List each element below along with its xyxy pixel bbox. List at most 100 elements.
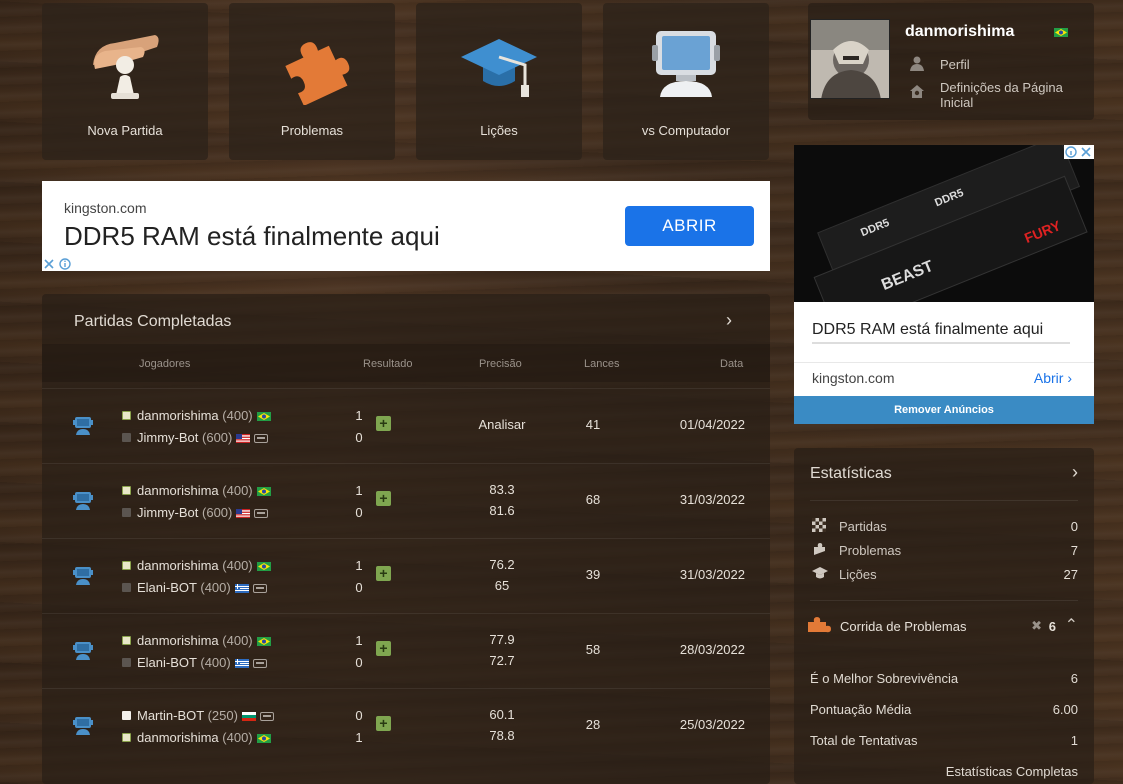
full-stats-link[interactable]: Estatísticas Completas: [946, 764, 1078, 779]
stat-item-lessons[interactable]: Lições 27: [810, 566, 1078, 584]
result-white: 1: [355, 408, 363, 423]
avatar[interactable]: [810, 19, 890, 99]
bot-icon: [252, 584, 267, 593]
stat-row-label: Total de Tentativas: [810, 733, 918, 748]
computer-game-icon: [73, 567, 93, 585]
player-name[interactable]: danmorishima: [137, 558, 219, 573]
bot-icon: [259, 712, 274, 721]
usa-flag-icon: [236, 434, 251, 443]
player-name[interactable]: danmorishima: [137, 483, 219, 498]
stat-row-value: 6: [1070, 671, 1078, 686]
player-white[interactable]: Martin-BOT (250): [122, 708, 274, 726]
chevron-right-icon[interactable]: ›: [1072, 462, 1078, 483]
player-white[interactable]: danmorishima (400): [122, 633, 271, 651]
ad-headline[interactable]: DDR5 RAM está finalmente aqui: [812, 321, 1043, 339]
ad-image[interactable]: DDR5 DDR5 BEAST FURY: [794, 145, 1094, 302]
player-black[interactable]: Jimmy-Bot (600): [122, 505, 269, 523]
moves-count: 58: [585, 642, 601, 657]
ad-close-icon[interactable]: [42, 257, 74, 271]
player-black[interactable]: Elani-BOT (400): [122, 655, 267, 673]
table-row[interactable]: danmorishima (400) Jimmy-Bot (600) 1 0 +…: [42, 388, 770, 463]
tile-vs-computer[interactable]: vs Computador: [603, 3, 769, 160]
puzzle-rush-row[interactable]: Corrida de Problemas ✖ 6 ⌃: [808, 615, 1078, 636]
stat-label: Partidas: [839, 519, 887, 534]
divider: [794, 362, 1094, 363]
moves-count: 68: [585, 492, 601, 507]
result-black: 0: [355, 505, 363, 520]
chevron-up-icon[interactable]: ⌃: [1065, 615, 1078, 635]
puzzle-rush-icon: [808, 617, 831, 633]
player-name[interactable]: Elani-BOT: [137, 580, 197, 595]
player-name[interactable]: Jimmy-Bot: [137, 505, 198, 520]
result-white: 1: [355, 483, 363, 498]
ad-close-icon[interactable]: [1064, 145, 1094, 159]
tile-label: Nova Partida: [87, 123, 163, 138]
profile-card: danmorishima Perfil Definições da Página…: [808, 3, 1094, 120]
stat-label: Problemas: [839, 543, 902, 558]
tile-new-game[interactable]: Nova Partida: [42, 3, 208, 160]
divider: [810, 500, 1078, 501]
username[interactable]: danmorishima: [905, 23, 1014, 41]
player-name[interactable]: Jimmy-Bot: [137, 430, 198, 445]
player-rating: (400): [222, 633, 253, 648]
home-settings-link[interactable]: Definições da Página Inicial: [940, 80, 1090, 110]
player-rating: (400): [200, 580, 231, 595]
player-black[interactable]: Jimmy-Bot (600): [122, 430, 269, 448]
ad-domain: kingston.com: [64, 200, 147, 216]
ad-open-button[interactable]: ABRIR: [625, 206, 754, 246]
ad-headline[interactable]: DDR5 RAM está finalmente aqui: [64, 221, 440, 252]
tile-label: Lições: [480, 123, 518, 138]
result-white: 0: [355, 708, 363, 723]
tile-puzzles[interactable]: Problemas: [229, 3, 395, 160]
result-white: 1: [355, 558, 363, 573]
computer-game-icon: [73, 417, 93, 435]
player-rating: (400): [222, 483, 253, 498]
ad-choices[interactable]: [42, 257, 74, 271]
player-white[interactable]: danmorishima (400): [122, 558, 271, 576]
white-piece-square-icon: [122, 711, 131, 720]
stat-row: Total de Tentativas 1: [810, 733, 1078, 748]
ad-banner[interactable]: kingston.com DDR5 RAM está finalmente aq…: [42, 181, 770, 271]
stat-row-label: É o Melhor Sobrevivência: [810, 671, 959, 686]
side-ad[interactable]: DDR5 DDR5 BEAST FURY DDR5 RAM está final…: [794, 145, 1094, 424]
accuracy-black: 65: [494, 578, 510, 593]
accuracy-white: 60.1: [489, 707, 515, 722]
player-name[interactable]: danmorishima: [137, 633, 219, 648]
stat-item-puzzles[interactable]: Problemas 7: [810, 542, 1078, 560]
table-row[interactable]: danmorishima (400) Elani-BOT (400) 1 0 +…: [42, 613, 770, 688]
table-row[interactable]: danmorishima (400) Elani-BOT (400) 1 0 +…: [42, 538, 770, 613]
header-players: Jogadores: [139, 358, 191, 370]
chessboard-icon: [812, 518, 826, 532]
player-black[interactable]: Elani-BOT (400): [122, 580, 267, 598]
graduation-cap-icon: [812, 567, 828, 579]
player-black[interactable]: danmorishima (400): [122, 730, 271, 748]
stat-row-label: Pontuação Média: [810, 702, 912, 717]
moves-count: 28: [585, 717, 601, 732]
chevron-right-icon: ›: [1067, 370, 1072, 386]
player-name[interactable]: Elani-BOT: [137, 655, 197, 670]
player-name[interactable]: danmorishima: [137, 408, 219, 423]
result-black: 0: [355, 655, 363, 670]
chevron-right-icon[interactable]: ›: [726, 310, 732, 331]
player-rating: (400): [222, 408, 253, 423]
tile-lessons[interactable]: Lições: [416, 3, 582, 160]
stat-row-value: 1: [1070, 733, 1078, 748]
player-name[interactable]: danmorishima: [137, 730, 219, 745]
player-white[interactable]: danmorishima (400): [122, 408, 271, 426]
player-name[interactable]: Martin-BOT: [137, 708, 204, 723]
graduation-cap-icon: [461, 39, 537, 97]
stat-value: 0: [1070, 519, 1078, 534]
black-piece-square-icon: [122, 433, 131, 442]
win-icon: +: [376, 566, 391, 581]
analyze-link[interactable]: Analisar: [462, 417, 542, 432]
stat-item-games[interactable]: Partidas 0: [810, 518, 1078, 536]
computer-game-icon: [73, 717, 93, 735]
table-row[interactable]: danmorishima (400) Jimmy-Bot (600) 1 0 +…: [42, 463, 770, 538]
header-date: Data: [720, 358, 744, 370]
close-x-icon: ✖: [1031, 618, 1042, 633]
ad-open-link[interactable]: Abrir ›: [1034, 370, 1072, 386]
profile-link[interactable]: Perfil: [940, 57, 970, 72]
remove-ads-button[interactable]: Remover Anúncios: [794, 396, 1094, 424]
table-row[interactable]: Martin-BOT (250) danmorishima (400) 0 1 …: [42, 688, 770, 763]
player-white[interactable]: danmorishima (400): [122, 483, 271, 501]
